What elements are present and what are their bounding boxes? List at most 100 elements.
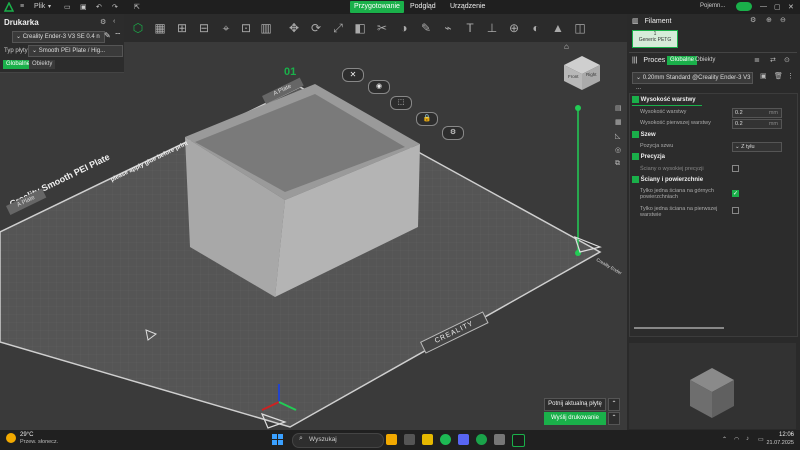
volume-icon[interactable]: ♪ (746, 436, 749, 442)
filament-remove-icon[interactable]: ⊖ (780, 16, 786, 24)
plate-tool-1-icon[interactable]: ◉ (368, 80, 390, 94)
orient-icon[interactable]: ⊞ (172, 18, 192, 38)
first-layer-height-input[interactable]: 0.2 mm (732, 119, 782, 129)
folder-icon[interactable]: ▭ (64, 3, 71, 11)
tab-preview[interactable]: Podgląd (406, 1, 440, 13)
spotify-icon[interactable] (440, 434, 451, 445)
minimize-icon[interactable]: — (760, 3, 767, 10)
process-toggle-objects[interactable]: Obiekty (692, 56, 718, 65)
plate-close-button[interactable]: ✕ (342, 68, 364, 82)
slice-options-icon[interactable]: ⌃ (608, 398, 620, 411)
user-name[interactable]: Pojemn... (700, 3, 725, 9)
viewport-3d[interactable] (0, 42, 627, 430)
first-one-wall-checkbox[interactable] (732, 207, 739, 214)
assemble-icon[interactable]: ⊕ (504, 18, 524, 38)
view-mode-icon[interactable]: ◫ (570, 18, 590, 38)
save-profile-icon[interactable]: ▣ (760, 72, 767, 80)
colorful-app-icon[interactable] (386, 434, 397, 445)
process-toggle-icon[interactable]: ⊙ (784, 56, 790, 64)
weather-temp[interactable]: 29°C (20, 432, 33, 438)
export-icon[interactable]: ⇱ (134, 3, 140, 11)
close-icon[interactable]: ✕ (788, 3, 794, 11)
rotate-icon[interactable]: ⟳ (306, 18, 326, 38)
taskbar-search[interactable]: ⌕ Wyszukaj (292, 433, 384, 448)
plate-lock-icon[interactable]: 🔒 (416, 112, 438, 126)
text-tool-icon[interactable]: T (460, 18, 480, 38)
process-compare-icon[interactable]: ⇄ (770, 56, 776, 64)
seam-position-select[interactable]: ⌄ Z tyłu (732, 142, 782, 152)
tab-prepare[interactable]: Przygotowanie (350, 1, 404, 13)
tab-device[interactable]: Urządzenie (446, 1, 489, 13)
color-paint-icon[interactable]: ◐ (526, 18, 546, 38)
wifi-tray-icon[interactable]: ◠ (734, 436, 739, 443)
discord-icon[interactable] (458, 434, 469, 445)
printer-select[interactable]: ⌄ Creality Ender-3 V3 SE 0.4 n (12, 31, 105, 43)
params-scrollbar[interactable] (634, 327, 724, 329)
delete-profile-icon[interactable]: 🗑 (774, 72, 783, 80)
file-explorer-icon[interactable] (422, 434, 433, 445)
printer-toggle-objects[interactable]: Obiekty (29, 60, 56, 69)
plate-arrange-icon[interactable]: ⬚ (390, 96, 412, 110)
emboss-icon[interactable]: ▲ (548, 18, 568, 38)
layers-icon[interactable]: ▤ (615, 104, 622, 112)
add-plate-icon[interactable]: ▦ (150, 18, 170, 38)
wifi-icon[interactable]: ⌔ (114, 31, 122, 41)
slice-plate-button[interactable]: Potnij aktualną płytę (544, 398, 606, 411)
undo-icon[interactable]: ↶ (96, 3, 102, 11)
mesh-boolean-icon[interactable]: ◑ (394, 18, 414, 38)
chevron-down-icon[interactable]: ▾ (48, 3, 51, 10)
process-profile-select[interactable]: ⌄ 0.20mm Standard @Creality Ender-3 V3 .… (632, 72, 753, 91)
view-cube-front[interactable]: Front (568, 74, 579, 79)
top-one-wall-checkbox[interactable]: ✓ (732, 190, 739, 197)
send-print-button[interactable]: Wyślij drukowanie (544, 412, 606, 425)
filament-add-icon[interactable]: ⊕ (766, 16, 772, 24)
split-icon[interactable]: ⊡ (236, 18, 256, 38)
plate-type-select[interactable]: ⌄ Smooth PEI Plate / Hig... (28, 45, 123, 57)
task-view-icon[interactable] (404, 434, 415, 445)
layer-height-input[interactable]: 0.2 mm (732, 108, 782, 118)
home-view-icon[interactable]: ⌂ (564, 42, 569, 51)
z-axis-handle[interactable] (575, 105, 581, 111)
cloud-icon[interactable] (736, 2, 752, 11)
plate-settings-icon[interactable]: ⚙ (442, 126, 464, 140)
cut-icon[interactable]: ✂ (372, 18, 392, 38)
file-menu[interactable]: Plik (34, 3, 45, 10)
scale-icon[interactable]: ⤢ (328, 18, 348, 38)
filament-settings-icon[interactable]: ⚙ (750, 16, 756, 24)
measure-icon[interactable]: ◺ (615, 132, 620, 140)
grid-view-icon[interactable]: ▦ (615, 118, 622, 126)
windows-start-icon[interactable] (272, 434, 284, 446)
seam-paint-icon[interactable]: ⌁ (438, 18, 458, 38)
add-object-icon[interactable]: ⬡ (128, 18, 148, 38)
auto-arrange-icon[interactable]: ⊟ (194, 18, 214, 38)
lay-on-face-icon[interactable]: ◧ (350, 18, 370, 38)
redo-icon[interactable]: ↷ (112, 3, 118, 11)
process-list-icon[interactable]: ≣ (754, 56, 760, 64)
save-icon[interactable]: ▣ (80, 3, 87, 11)
high-precision-walls-checkbox[interactable] (732, 165, 739, 172)
support-icon[interactable]: ◎ (615, 146, 621, 154)
view-cube-right[interactable]: Right (586, 72, 597, 77)
maximize-icon[interactable]: ▢ (774, 3, 781, 11)
measure-tool-icon[interactable]: ⊥ (482, 18, 502, 38)
settings-app-icon[interactable] (494, 434, 505, 445)
chrome-icon[interactable] (476, 434, 487, 445)
assembly-icon[interactable]: ⧉ (615, 160, 620, 168)
clock-time[interactable]: 12:06 (770, 432, 794, 438)
print-options-icon[interactable]: ⌃ (608, 412, 620, 425)
menu-icon[interactable]: ≡ (20, 3, 24, 10)
creality-print-icon[interactable] (512, 434, 525, 447)
profile-menu-icon[interactable]: ⋮ (787, 72, 794, 80)
clock-date[interactable]: 21.07.2025 (762, 440, 794, 446)
filament-slot[interactable]: 1 Generic PETG (632, 30, 678, 48)
collapse-icon[interactable]: ‹ (113, 18, 115, 25)
tray-chevron-icon[interactable]: ⌃ (722, 436, 727, 443)
weather-desc[interactable]: Przew. słonecz. (20, 439, 58, 445)
slice-plate-icon[interactable]: ⌖ (216, 18, 236, 38)
printer-settings-icon[interactable]: ⚙ (100, 18, 106, 26)
layout-icon[interactable]: ▥ (256, 18, 276, 38)
edit-printer-icon[interactable]: ✎ (104, 31, 111, 40)
weather-sun-icon[interactable] (6, 433, 16, 443)
move-icon[interactable]: ✥ (284, 18, 304, 38)
support-paint-icon[interactable]: ✎ (416, 18, 436, 38)
